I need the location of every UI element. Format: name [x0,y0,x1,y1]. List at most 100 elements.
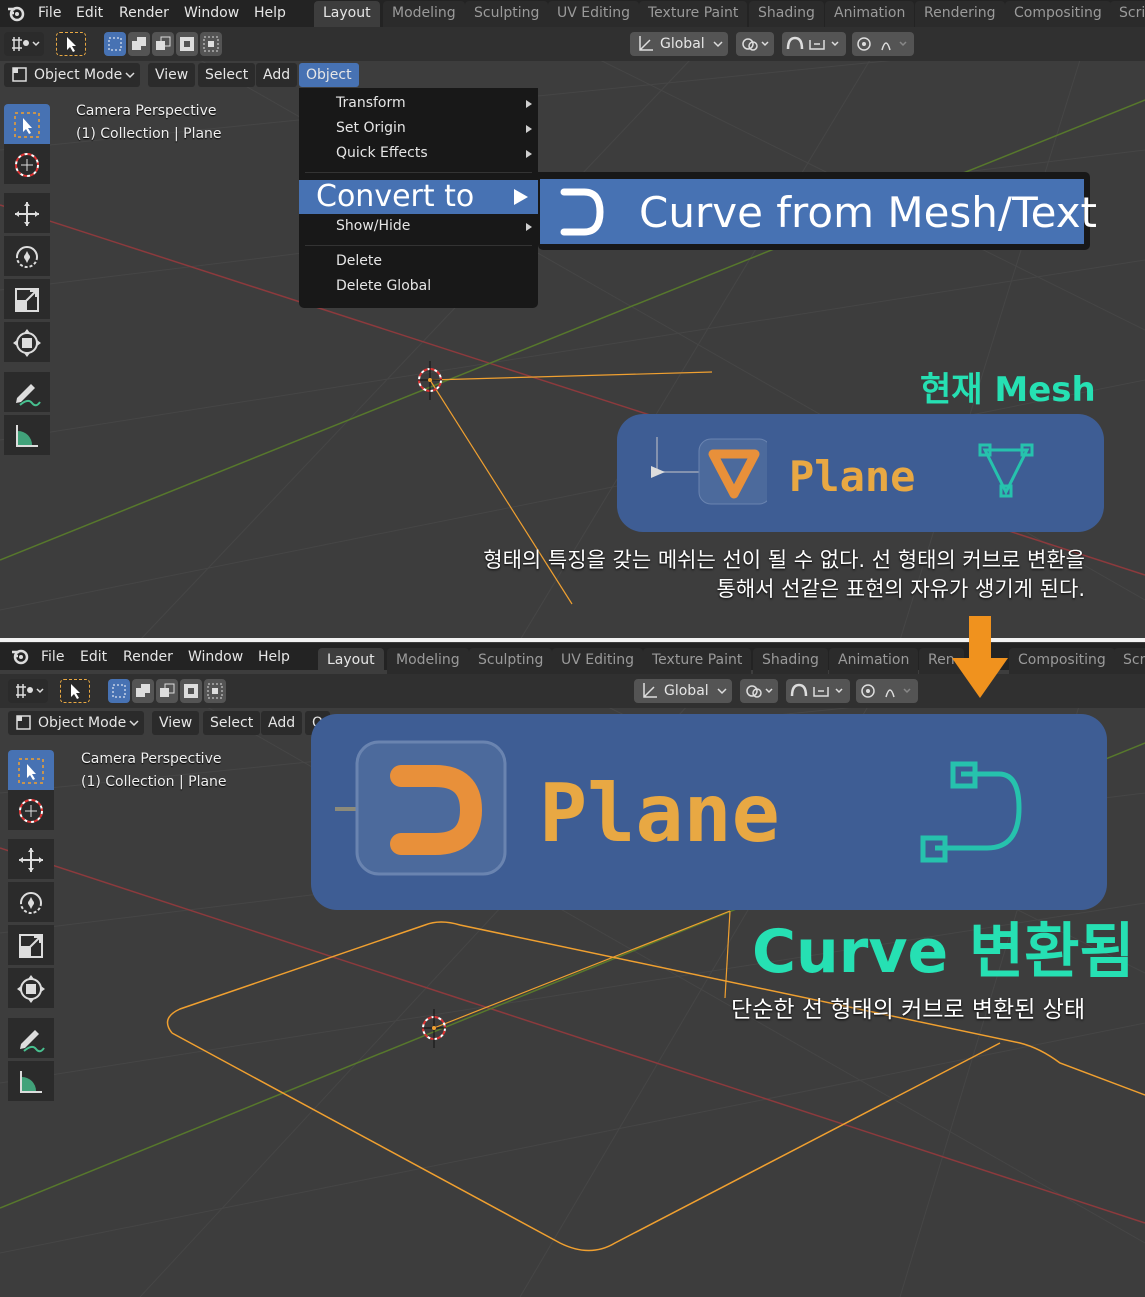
menu-help[interactable]: Help [254,3,286,23]
tool-measure[interactable] [4,415,50,455]
menu-item-delete-global[interactable]: Delete Global [336,275,431,297]
tab-texture-paint[interactable]: Texture Paint [643,648,752,674]
tab-compositing[interactable]: Compositing [1009,648,1115,674]
menu-object[interactable]: Object [299,63,359,87]
tab-layout[interactable]: Layout [318,648,384,674]
object-mode-icon [12,67,27,82]
tool-rotate[interactable] [8,882,54,922]
snapping-controls[interactable] [782,32,846,56]
pivot-icon [746,685,773,698]
proportional-editing[interactable] [856,679,918,703]
tab-animation[interactable]: Animation [829,648,919,674]
tab-scripting[interactable]: Scri [1114,648,1145,674]
tool-select-box[interactable] [8,750,54,790]
menu-view[interactable]: View [148,63,196,87]
tool-transform[interactable] [8,968,54,1008]
magnet-icon [786,36,839,50]
menu-item-set-origin[interactable]: Set Origin [336,117,406,139]
tab-scripting[interactable]: Scri [1110,1,1145,27]
tool-move[interactable] [4,193,50,233]
menu-window[interactable]: Window [188,647,243,667]
menu-item-convert-to[interactable]: Convert to [299,180,538,214]
tab-shading[interactable]: Shading [753,648,828,674]
tab-modeling[interactable]: Modeling [387,648,469,674]
proportional-editing[interactable] [852,32,914,56]
select-mode-intersect[interactable] [200,32,222,56]
select-mode-extend[interactable] [128,32,150,56]
orientation-dropdown[interactable] [8,679,48,703]
select-mode-subtract[interactable] [152,32,174,56]
tab-compositing[interactable]: Compositing [1005,1,1111,27]
blender-logo-icon[interactable] [10,646,30,666]
tab-layout[interactable]: Layout [314,1,380,27]
menu-item-quick-effects[interactable]: Quick Effects [336,142,428,164]
tool-cursor[interactable] [8,790,54,830]
blender-logo-icon[interactable] [6,3,26,23]
mode-dropdown[interactable]: Object Mode [8,711,144,735]
tool-move[interactable] [8,839,54,879]
menu-item-delete[interactable]: Delete [336,250,382,272]
transform-orientation-dropdown[interactable]: Global [630,32,728,56]
select-tool-button[interactable] [60,679,90,703]
tab-sculpting[interactable]: Sculpting [469,648,553,674]
menu-select[interactable]: Select [203,711,261,735]
tab-shading[interactable]: Shading [749,1,824,27]
pivot-point-dropdown[interactable] [740,679,778,703]
chevron-down-icon [713,41,723,48]
tab-animation[interactable]: Animation [825,1,915,27]
curve-object-icon [335,740,507,876]
menu-render[interactable]: Render [119,3,169,23]
move-icon [19,848,43,872]
tool-cursor[interactable] [4,144,50,184]
menu-edit[interactable]: Edit [76,3,103,23]
tool-measure[interactable] [8,1061,54,1101]
tab-uv-editing[interactable]: UV Editing [552,648,644,674]
orientation-dropdown[interactable] [4,32,44,56]
mode-dropdown[interactable]: Object Mode [4,63,140,87]
magnet-icon [790,683,843,697]
menu-view[interactable]: View [152,711,200,735]
menu-render[interactable]: Render [123,647,173,667]
tab-rendering[interactable]: Rendering [915,1,1005,27]
menu-help[interactable]: Help [258,647,290,667]
tool-rotate[interactable] [4,236,50,276]
transform-orientation-dropdown[interactable]: Global [634,679,732,703]
menu-add[interactable]: Add [256,63,298,87]
select-mode-subtract[interactable] [156,679,178,703]
menu-add[interactable]: Add [261,711,303,735]
chevron-down-icon [129,720,139,727]
callout-title: Curve 변환됨 [752,917,1135,987]
callout-title: 현재 Mesh [920,370,1096,410]
tool-scale[interactable] [4,279,50,319]
tool-annotate[interactable] [8,1018,54,1058]
tab-modeling[interactable]: Modeling [383,1,465,27]
tab-uv-editing[interactable]: UV Editing [548,1,640,27]
menu-window[interactable]: Window [184,3,239,23]
select-tool-button[interactable] [56,32,86,56]
mode-label: Object Mode [34,67,123,83]
caption-line: 단순한 선 형태의 커브로 변환된 상태 [731,997,1085,1023]
select-mode-invert[interactable] [180,679,202,703]
tool-select-box[interactable] [4,104,50,144]
menu-item-transform[interactable]: Transform [336,92,406,114]
menu-edit[interactable]: Edit [80,647,107,667]
menu-file[interactable]: File [41,647,64,667]
tab-texture-paint[interactable]: Texture Paint [639,1,748,27]
view-collection: (1) Collection | Plane [76,126,222,142]
menu-item-show-hide[interactable]: Show/Hide [336,215,410,237]
submenu-item-curve[interactable]: Curve from Mesh/Text [540,179,1097,244]
object-mode-icon [16,715,31,730]
tool-scale[interactable] [8,925,54,965]
tool-transform[interactable] [4,322,50,362]
pivot-point-dropdown[interactable] [736,32,774,56]
menu-select[interactable]: Select [198,63,256,87]
menu-file[interactable]: File [38,3,61,23]
select-mode-extend[interactable] [132,679,154,703]
select-mode-new[interactable] [108,679,130,703]
tool-annotate[interactable] [4,372,50,412]
snapping-controls[interactable] [786,679,850,703]
tab-sculpting[interactable]: Sculpting [465,1,549,27]
select-mode-invert[interactable] [176,32,198,56]
select-mode-intersect[interactable] [204,679,226,703]
select-mode-new[interactable] [104,32,126,56]
